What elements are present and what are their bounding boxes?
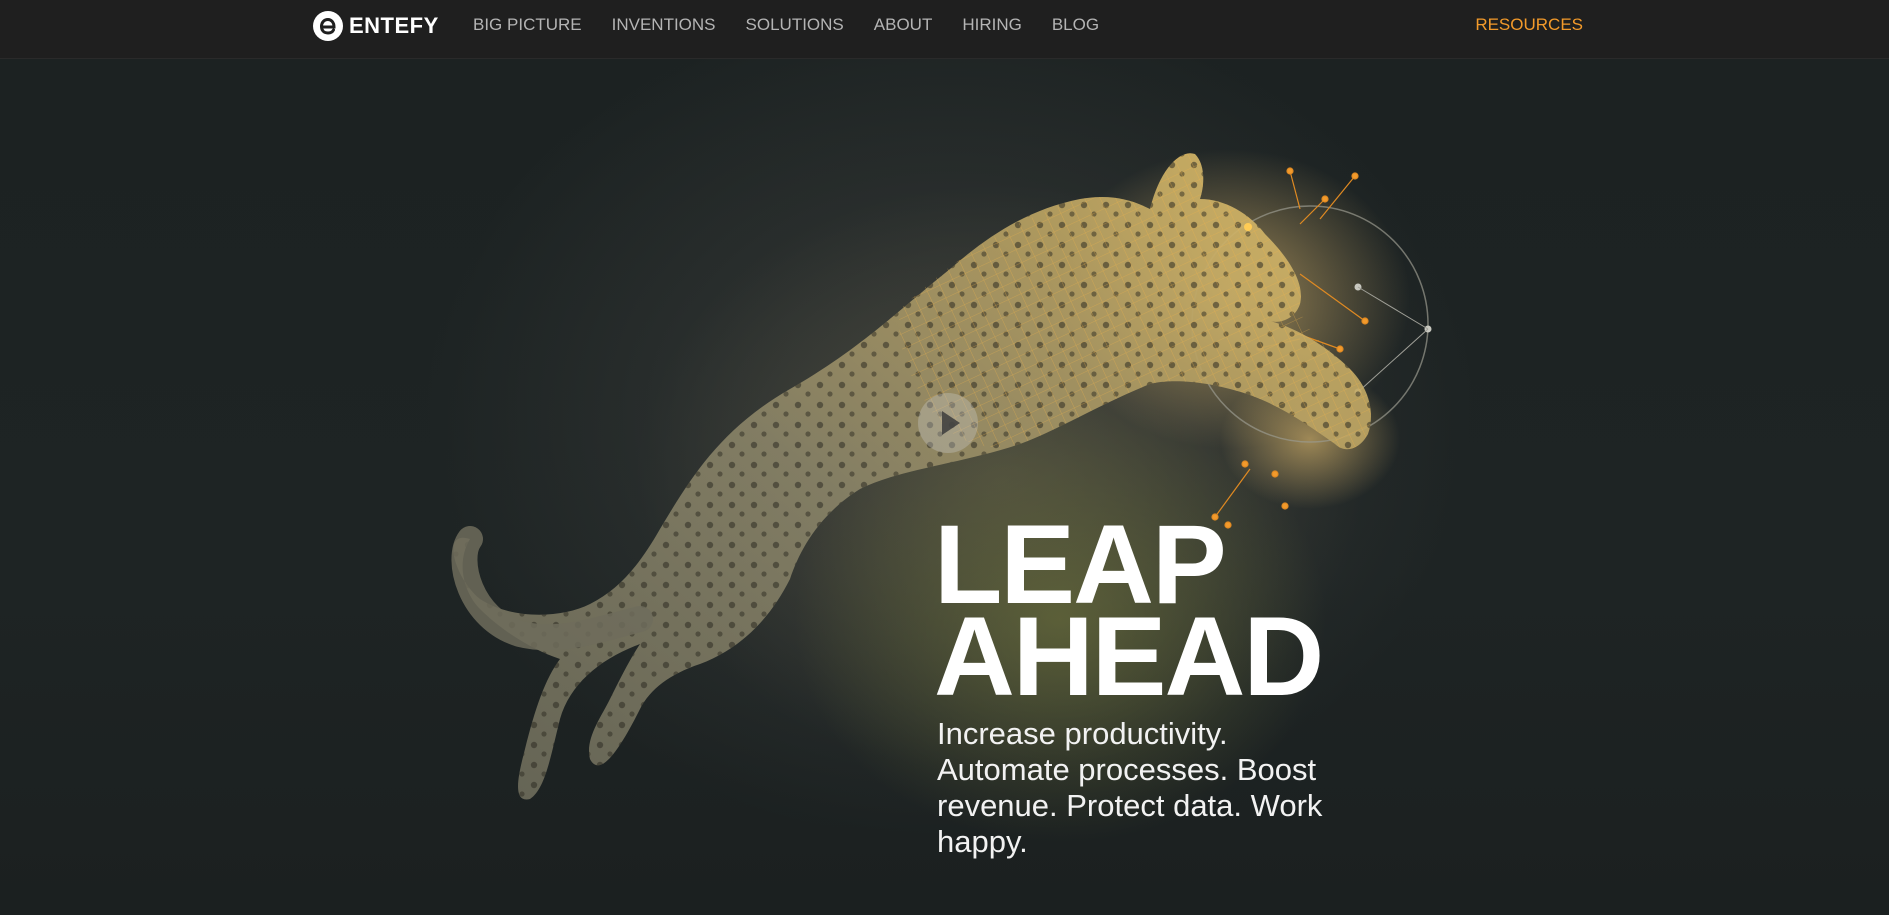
entefy-e-icon <box>313 11 343 41</box>
nav-solutions[interactable]: SOLUTIONS <box>746 15 844 35</box>
hero-subheadline: Increase productivity. Automate processe… <box>937 716 1323 859</box>
headline-line-2: AHEAD <box>934 594 1324 719</box>
nav-blog[interactable]: BLOG <box>1052 15 1099 35</box>
nav-about[interactable]: ABOUT <box>874 15 933 35</box>
hero-headline: LEAP AHEAD <box>934 509 1324 719</box>
logo-text: ENTEFY <box>349 13 439 38</box>
hero-section: LEAP AHEAD Increase productivity. Automa… <box>0 59 1889 915</box>
nav-hiring[interactable]: HIRING <box>962 15 1022 35</box>
main-nav: BIG PICTURE INVENTIONS SOLUTIONS ABOUT H… <box>473 0 1129 50</box>
nav-inventions[interactable]: INVENTIONS <box>612 15 716 35</box>
play-video-button[interactable] <box>918 393 978 453</box>
top-navbar: ENTEFY BIG PICTURE INVENTIONS SOLUTIONS … <box>0 0 1889 59</box>
entefy-logo[interactable]: ENTEFY <box>313 10 439 42</box>
nav-resources[interactable]: RESOURCES <box>1475 15 1583 35</box>
nav-big-picture[interactable]: BIG PICTURE <box>473 15 582 35</box>
play-icon <box>942 411 960 435</box>
